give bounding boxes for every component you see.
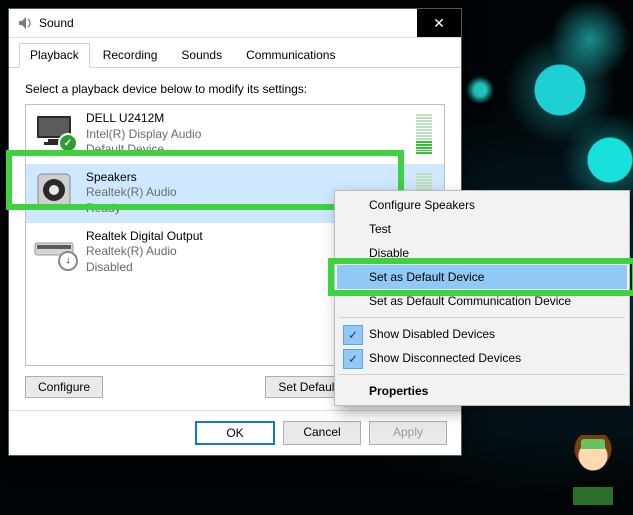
menu-label: Properties [369,384,428,398]
device-item-dell[interactable]: ✓ DELL U2412M Intel(R) Display Audio Def… [26,105,444,164]
device-name: Speakers [86,170,406,186]
close-button[interactable]: ✕ [417,9,461,37]
check-icon: ✓ [343,325,363,345]
cm-set-default-comm[interactable]: Set as Default Communication Device [337,289,627,313]
menu-label: Configure Speakers [369,198,475,212]
tab-recording[interactable]: Recording [92,43,169,68]
tab-playback[interactable]: Playback [19,43,90,68]
close-icon: ✕ [433,15,445,32]
button-label: Set Default [278,380,337,394]
tabs: Playback Recording Sounds Communications [9,38,461,68]
apply-button[interactable]: Apply [369,421,447,445]
menu-label: Test [369,222,391,236]
tab-label: Recording [103,48,158,62]
menu-label: Show Disabled Devices [369,327,495,341]
tab-label: Communications [246,48,335,62]
menu-label: Set as Default Device [369,270,484,284]
configure-button[interactable]: Configure [25,376,103,398]
menu-label: Show Disconnected Devices [369,351,521,365]
button-label: OK [226,426,243,440]
device-info: DELL U2412M Intel(R) Display Audio Defau… [86,111,406,158]
menu-separator [339,374,625,375]
titlebar[interactable]: Sound ✕ [9,9,461,38]
ok-button[interactable]: OK [195,421,275,445]
dialog-buttons: OK Cancel Apply [9,410,461,455]
cm-show-disconnected[interactable]: ✓ Show Disconnected Devices [337,346,627,370]
device-desc: Intel(R) Display Audio [86,127,406,143]
sound-icon [17,15,33,31]
check-icon: ✓ [343,349,363,369]
device-name: DELL U2412M [86,111,406,127]
tab-sounds[interactable]: Sounds [170,43,233,68]
tab-label: Playback [30,48,79,62]
context-menu: Configure Speakers Test Disable Set as D… [334,190,630,406]
tab-label: Sounds [181,48,222,62]
cm-show-disabled[interactable]: ✓ Show Disabled Devices [337,322,627,346]
cm-disable[interactable]: Disable [337,241,627,265]
menu-label: Disable [369,246,409,260]
monitor-icon: ✓ [32,111,76,151]
cm-test[interactable]: Test [337,217,627,241]
speaker-icon [32,170,76,210]
instruction-text: Select a playback device below to modify… [25,78,445,104]
cm-properties[interactable]: Properties [337,379,627,403]
device-status: Default Device [86,142,406,158]
tab-communications[interactable]: Communications [235,43,346,68]
disabled-badge: ↓ [58,251,78,271]
cancel-button[interactable]: Cancel [283,421,361,445]
cm-configure-speakers[interactable]: Configure Speakers [337,193,627,217]
digital-output-icon: ↓ [32,229,76,269]
avatar-illustration [563,435,623,505]
cm-set-default-device[interactable]: Set as Default Device [337,265,627,289]
menu-label: Set as Default Communication Device [369,294,571,308]
button-label: Apply [393,425,423,439]
button-label: Cancel [303,425,340,439]
level-meter [416,114,432,154]
window-title: Sound [39,16,417,30]
default-check-badge: ✓ [58,133,78,153]
button-label: Configure [38,380,90,394]
menu-separator [339,317,625,318]
